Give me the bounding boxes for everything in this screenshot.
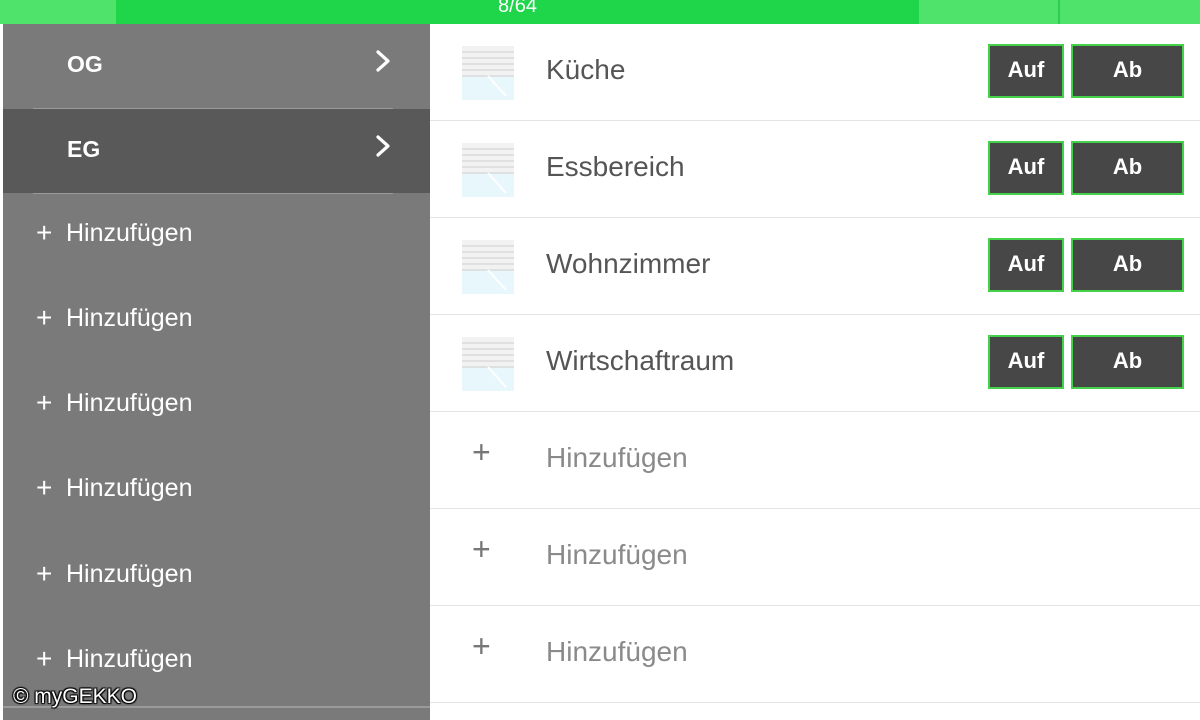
add-label: Hinzufügen	[66, 304, 193, 332]
blind-icon	[462, 240, 514, 294]
add-label: Hinzufügen	[546, 636, 688, 667]
add-label: Hinzufügen	[546, 539, 688, 570]
room-row: Essbereich Auf Ab	[430, 121, 1200, 218]
plus-icon: +	[36, 558, 53, 589]
room-name: Wohnzimmer	[546, 248, 711, 279]
floor-label: OG	[67, 51, 103, 77]
blind-down-button[interactable]: Ab	[1071, 335, 1184, 389]
blind-down-button[interactable]: Ab	[1071, 141, 1184, 195]
add-row[interactable]: + Hinzufügen	[430, 412, 1200, 509]
sidebar-add-button[interactable]: + Hinzufügen	[3, 216, 430, 256]
plus-icon: +	[36, 217, 53, 248]
blind-icon	[462, 46, 514, 100]
add-row[interactable]: + Hinzufügen	[430, 606, 1200, 703]
room-name: Essbereich	[546, 151, 685, 182]
chevron-right-icon	[376, 50, 390, 72]
plus-icon: +	[472, 531, 491, 567]
add-row[interactable]: + Hinzufügen	[430, 509, 1200, 606]
divider	[33, 193, 393, 194]
room-row: Küche Auf Ab	[430, 24, 1200, 121]
progress-label: 8/64	[498, 0, 537, 17]
chevron-right-icon	[376, 135, 390, 157]
plus-icon: +	[472, 628, 491, 664]
blind-down-button[interactable]: Ab	[1071, 238, 1184, 292]
add-label: Hinzufügen	[66, 474, 193, 502]
progress-divider	[1058, 0, 1060, 24]
plus-icon: +	[36, 302, 53, 333]
progress-bar: 8/64	[0, 0, 1200, 24]
blind-down-button[interactable]: Ab	[1071, 44, 1184, 98]
blind-up-button[interactable]: Auf	[988, 141, 1064, 195]
sidebar-add-button[interactable]: + Hinzufügen	[3, 386, 430, 426]
room-row: Wirtschaftraum Auf Ab	[430, 315, 1200, 412]
sidebar-add-button[interactable]: + Hinzufügen	[3, 557, 430, 597]
room-name: Küche	[546, 54, 626, 85]
sidebar-item-og[interactable]: OG	[3, 24, 430, 108]
blind-icon	[462, 337, 514, 391]
plus-icon: +	[36, 387, 53, 418]
sidebar-add-button[interactable]: + Hinzufügen	[3, 471, 430, 511]
sidebar-add-button[interactable]: + Hinzufügen	[3, 642, 430, 682]
blind-up-button[interactable]: Auf	[988, 44, 1064, 98]
add-label: Hinzufügen	[546, 442, 688, 473]
room-list: Küche Auf Ab Essbereich Auf Ab Wohnzimme…	[430, 24, 1200, 720]
plus-icon: +	[36, 472, 53, 503]
sidebar: OG EG + Hinzufügen + Hinzufügen + Hinzuf…	[3, 24, 430, 720]
add-label: Hinzufügen	[66, 560, 193, 588]
add-label: Hinzufügen	[66, 645, 193, 673]
plus-icon: +	[36, 643, 53, 674]
blind-up-button[interactable]: Auf	[988, 335, 1064, 389]
add-label: Hinzufügen	[66, 219, 193, 247]
floor-label: EG	[67, 136, 101, 162]
room-name: Wirtschaftraum	[546, 345, 735, 376]
plus-icon: +	[472, 434, 491, 470]
blind-up-button[interactable]: Auf	[988, 238, 1064, 292]
sidebar-item-eg[interactable]: EG	[3, 109, 430, 193]
room-row: Wohnzimmer Auf Ab	[430, 218, 1200, 315]
blind-icon	[462, 143, 514, 197]
watermark: © myGEKKO	[13, 685, 137, 708]
add-label: Hinzufügen	[66, 389, 193, 417]
sidebar-add-button[interactable]: + Hinzufügen	[3, 301, 430, 341]
